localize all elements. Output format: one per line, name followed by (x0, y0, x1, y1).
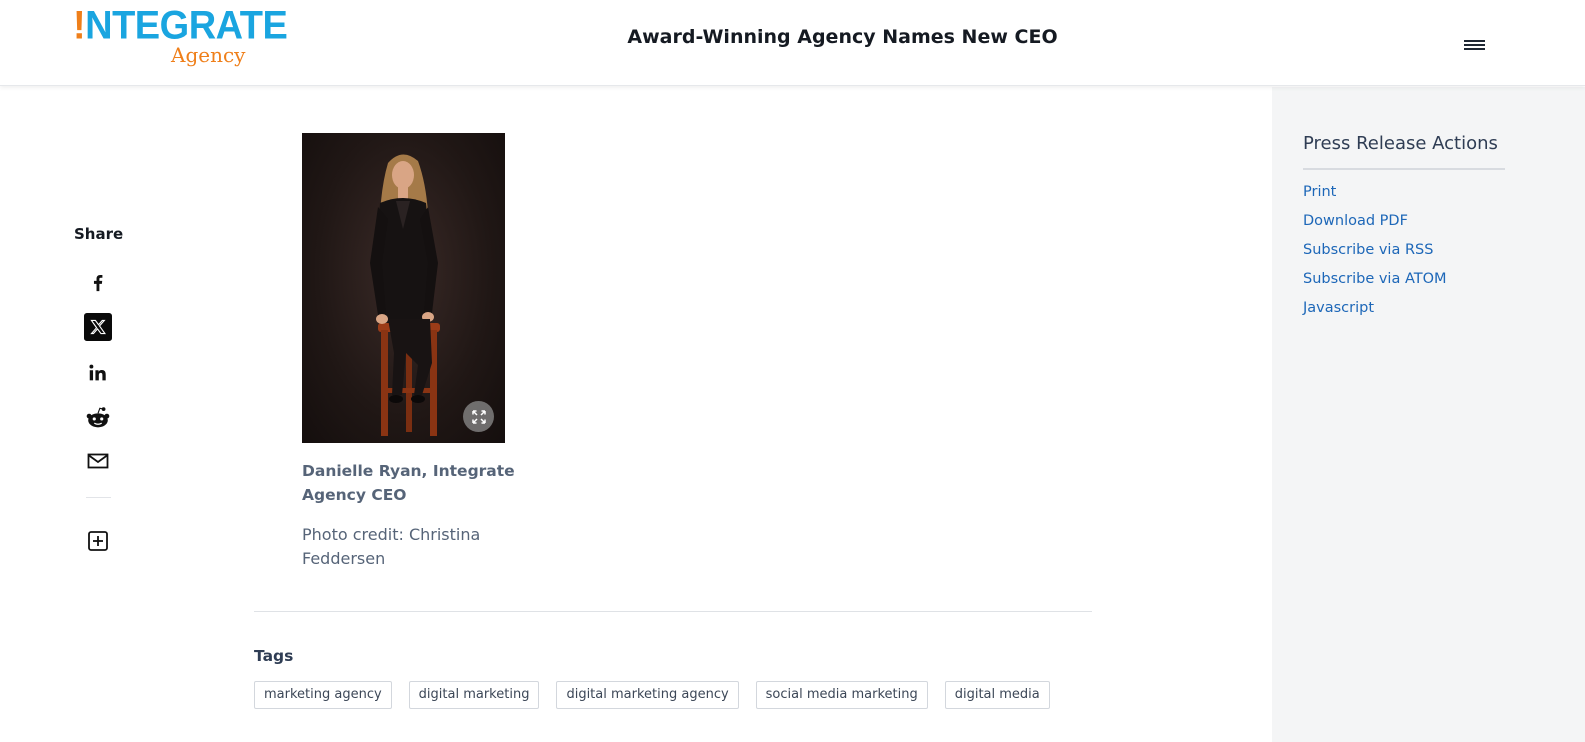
linkedin-icon[interactable] (84, 359, 112, 387)
integrate-agency-logo[interactable]: !NTEGRATE Agency (73, 5, 288, 70)
add-more-icon[interactable] (84, 527, 112, 555)
actions-list: Print Download PDF Subscribe via RSS Sub… (1303, 182, 1447, 327)
tags-heading: Tags (254, 647, 294, 665)
share-divider (86, 497, 111, 498)
ceo-photo[interactable] (302, 133, 505, 443)
email-icon[interactable] (84, 447, 112, 475)
x-twitter-icon[interactable] (84, 313, 112, 341)
action-subscribe-atom-link[interactable]: Subscribe via ATOM (1303, 269, 1447, 298)
logo-sub-text: Agency (171, 43, 246, 67)
hamburger-menu-icon[interactable] (1462, 36, 1488, 54)
tag-list: marketing agency digital marketing digit… (254, 681, 1050, 709)
tag-digital-marketing[interactable]: digital marketing (408, 681, 540, 709)
ceo-photo-illustration (370, 154, 440, 436)
facebook-icon[interactable] (84, 268, 112, 296)
tag-digital-media[interactable]: digital media (944, 681, 1050, 709)
logo-wordmark: !NTEGRATE (73, 3, 288, 49)
tag-marketing-agency[interactable]: marketing agency (254, 681, 392, 709)
logo-bang: ! (73, 3, 86, 49)
photo-caption: Danielle Ryan, Integrate Agency CEO (302, 462, 515, 504)
press-release-actions-sidebar: Press Release Actions Print Download PDF… (1272, 87, 1585, 742)
logo-main-text: NTEGRATE (85, 3, 288, 49)
reddit-icon[interactable] (84, 404, 112, 432)
action-subscribe-rss-link[interactable]: Subscribe via RSS (1303, 240, 1447, 269)
sidebar-title: Press Release Actions (1303, 131, 1505, 170)
tag-social-media-marketing[interactable]: social media marketing (755, 681, 928, 709)
page-title: Award-Winning Agency Names New CEO (627, 26, 1058, 48)
action-javascript-link[interactable]: Javascript (1303, 298, 1447, 327)
expand-icon[interactable] (463, 401, 494, 432)
site-header: !NTEGRATE Agency Award-Winning Agency Na… (0, 0, 1585, 86)
action-print-link[interactable]: Print (1303, 182, 1447, 211)
tag-digital-marketing-agency[interactable]: digital marketing agency (556, 681, 739, 709)
action-download-pdf-link[interactable]: Download PDF (1303, 211, 1447, 240)
content-divider (254, 611, 1092, 612)
share-label: Share (74, 225, 124, 243)
photo-credit: Photo credit: Christina Feddersen (302, 525, 481, 568)
